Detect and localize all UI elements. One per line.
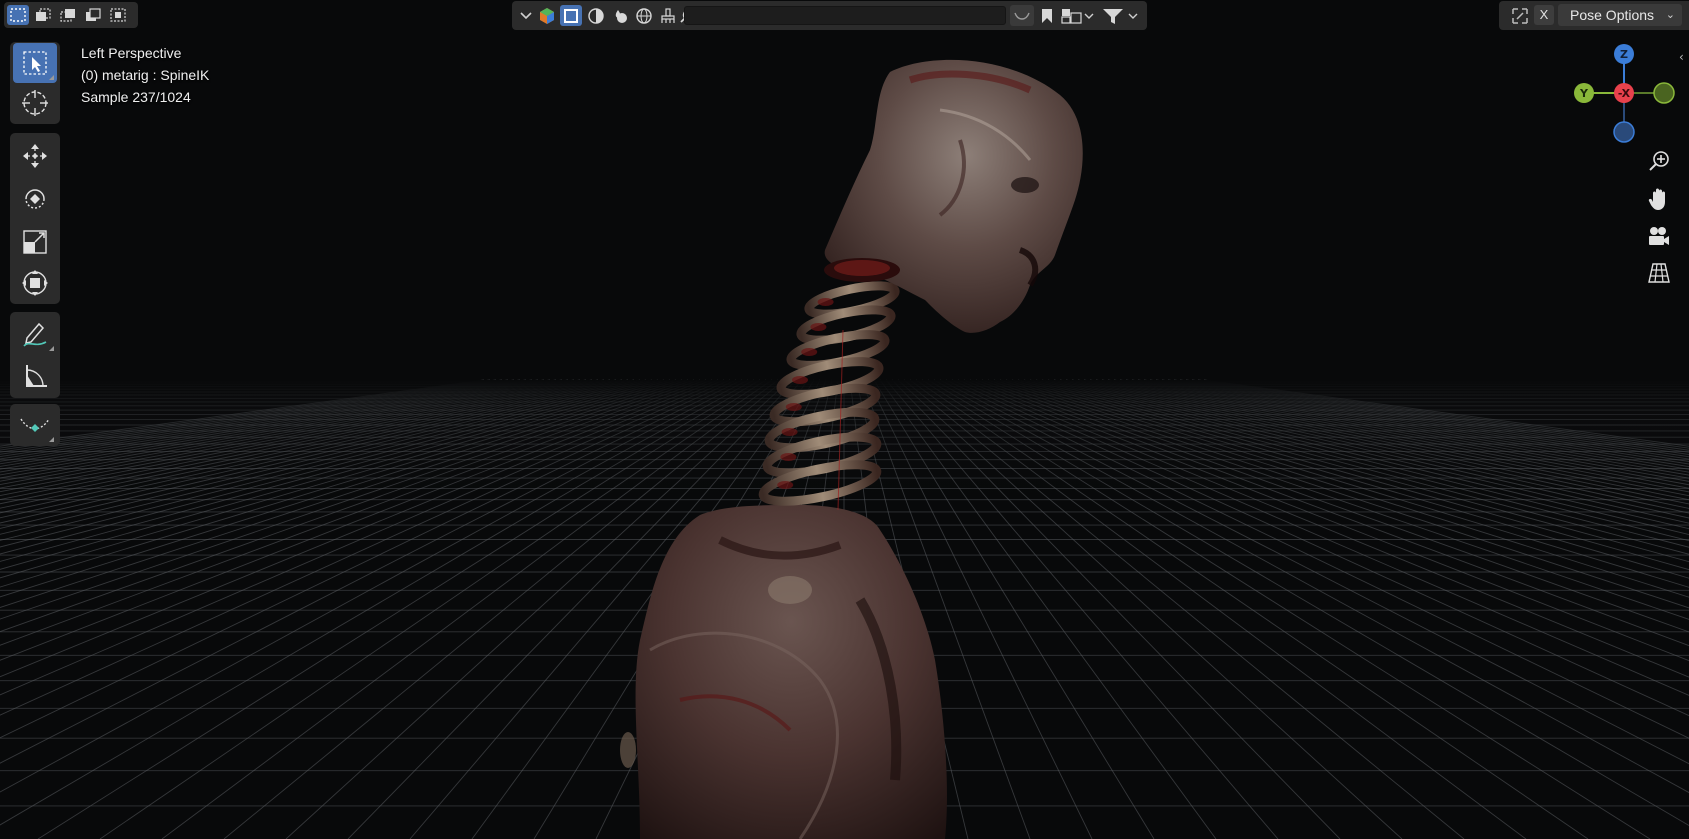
scale-icon bbox=[23, 230, 47, 254]
toolbar-annotate-group bbox=[10, 312, 60, 398]
select-intersect-button[interactable] bbox=[107, 5, 129, 25]
dropdown-chevron-icon bbox=[520, 11, 532, 19]
solid-shading-button[interactable] bbox=[560, 5, 582, 26]
bookmark-button[interactable] bbox=[1037, 5, 1057, 26]
rendered-shading-icon bbox=[615, 9, 627, 23]
spring-blood-stain bbox=[810, 323, 827, 331]
select-new-icon bbox=[10, 8, 26, 22]
select-intersect-icon bbox=[110, 8, 126, 22]
snap-toggle[interactable] bbox=[1511, 7, 1529, 29]
layout-icon bbox=[1061, 8, 1094, 24]
wireframe-shading-icon bbox=[588, 7, 604, 24]
filter-icon bbox=[1103, 8, 1138, 24]
select-invert-icon bbox=[86, 8, 101, 21]
transform-icon bbox=[22, 270, 48, 296]
axis-x-toggle[interactable]: X bbox=[1534, 5, 1554, 25]
material-preview-icon bbox=[540, 7, 554, 24]
select-extend-button[interactable] bbox=[32, 5, 54, 25]
annotate-icon bbox=[23, 322, 47, 347]
spring-blood-stain bbox=[817, 298, 834, 306]
spring-blood-stain bbox=[780, 453, 797, 461]
rotate-icon bbox=[25, 189, 45, 209]
pan-hand-icon bbox=[1648, 188, 1665, 210]
spring-blood-stain bbox=[792, 376, 808, 384]
select-subtract-icon bbox=[60, 9, 75, 22]
pose-options-dropdown[interactable]: Pose Options ⌄ bbox=[1558, 4, 1682, 26]
zoom-button[interactable] bbox=[1644, 146, 1674, 176]
camera-view-button[interactable] bbox=[1644, 222, 1674, 252]
overlay-icon bbox=[1014, 12, 1030, 20]
material-preview-toggle[interactable] bbox=[537, 5, 557, 26]
select-subtract-button[interactable] bbox=[57, 5, 79, 25]
viewport-info-overlay: Left Perspective (0) metarig : SpineIK S… bbox=[81, 42, 209, 108]
layout-dropdown[interactable] bbox=[1060, 5, 1096, 26]
tool-measure[interactable] bbox=[13, 356, 57, 396]
zoom-icon bbox=[1649, 151, 1669, 171]
select-extend-icon bbox=[36, 8, 51, 21]
gizmo-neg-z-axis[interactable] bbox=[1613, 121, 1635, 143]
gizmo-y-label: Y bbox=[1579, 87, 1589, 100]
rendered-shading-button[interactable] bbox=[609, 5, 631, 26]
measure-icon bbox=[26, 365, 47, 387]
search-input[interactable] bbox=[684, 6, 1006, 25]
world-shading-button[interactable] bbox=[633, 5, 655, 26]
object-info-label: (0) metarig : SpineIK bbox=[81, 67, 210, 83]
spring-blood-stain bbox=[801, 348, 818, 356]
snap-icon bbox=[1512, 8, 1528, 24]
gizmo-neg-x-label: -X bbox=[1618, 87, 1631, 100]
camera-view-icon bbox=[1649, 227, 1669, 245]
scene-render bbox=[0, 59, 1689, 839]
render-sample-label: Sample 237/1024 bbox=[81, 89, 191, 105]
solid-shading-icon bbox=[564, 8, 578, 23]
overlay-toggle[interactable] bbox=[1010, 5, 1034, 26]
tool-bone-roll[interactable] bbox=[13, 405, 57, 445]
bone-roll-icon bbox=[20, 418, 50, 432]
3d-viewport[interactable]: Left Perspective (0) metarig : SpineIK S… bbox=[0, 0, 1689, 839]
navigation-gizmo[interactable]: Z Y -X bbox=[1560, 40, 1680, 146]
head-model bbox=[824, 59, 1083, 333]
toolbar-transform-group bbox=[10, 133, 60, 304]
view-name-label: Left Perspective bbox=[81, 45, 182, 61]
spring-blood-stain bbox=[785, 403, 802, 411]
pose-options-label: Pose Options bbox=[1570, 7, 1655, 23]
tool-select-box[interactable] bbox=[13, 43, 57, 83]
search-button[interactable] bbox=[664, 5, 684, 26]
tool-annotate[interactable] bbox=[13, 314, 57, 354]
toolbar-bone-group bbox=[10, 404, 60, 446]
bookmark-icon bbox=[1042, 8, 1052, 23]
spring-blood-stain bbox=[781, 428, 798, 436]
view-dropdown[interactable] bbox=[518, 5, 534, 26]
wireframe-shading-button[interactable] bbox=[585, 5, 607, 26]
tool-scale[interactable] bbox=[13, 222, 57, 262]
grid-view-button[interactable] bbox=[1644, 258, 1674, 288]
filter-dropdown[interactable] bbox=[1100, 5, 1142, 26]
gizmo-neg-y-axis[interactable] bbox=[1653, 82, 1675, 104]
gizmo-z-label: Z bbox=[1620, 48, 1628, 61]
selection-mode-group bbox=[4, 2, 138, 28]
select-box-icon bbox=[23, 51, 47, 75]
tool-move[interactable] bbox=[13, 136, 57, 176]
tool-transform[interactable] bbox=[13, 263, 57, 303]
pan-button[interactable] bbox=[1644, 184, 1674, 214]
move-icon bbox=[23, 144, 47, 168]
select-new-button[interactable] bbox=[7, 5, 29, 25]
tool-rotate[interactable] bbox=[13, 179, 57, 219]
cursor-icon bbox=[22, 90, 48, 116]
chevron-down-icon: ⌄ bbox=[1665, 9, 1675, 21]
tool-cursor[interactable] bbox=[13, 83, 57, 123]
viewport-header bbox=[512, 1, 1147, 30]
select-invert-button[interactable] bbox=[82, 5, 104, 25]
toolbar-select-group bbox=[10, 42, 60, 124]
grid-view-icon bbox=[1648, 263, 1670, 283]
world-icon bbox=[636, 7, 652, 24]
spring-blood-stain bbox=[777, 481, 794, 489]
